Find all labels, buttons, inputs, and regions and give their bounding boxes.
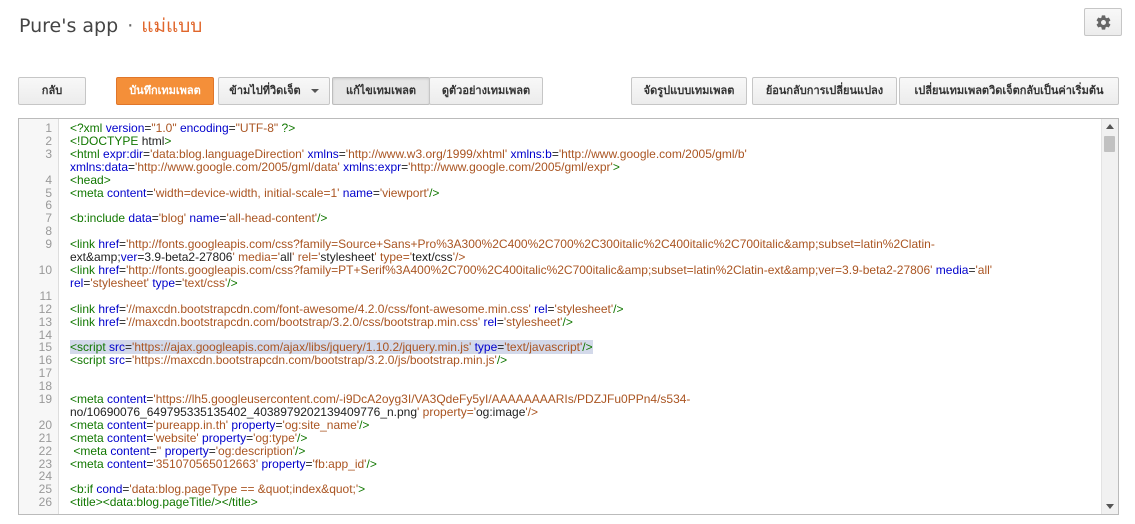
page-title: Pure's app · แม่แบบ	[19, 11, 202, 41]
code-line[interactable]: 1 <?xml version="1.0" encoding="UTF-8" ?>	[19, 122, 1103, 135]
line-number: 12	[38, 301, 52, 316]
line-number: 21	[38, 430, 52, 445]
code-editor[interactable]: 1 <?xml version="1.0" encoding="UTF-8" ?>…	[18, 118, 1119, 515]
code-line[interactable]: 5 <meta content='width=device-width, init…	[19, 185, 1103, 200]
scroll-up-icon[interactable]	[1106, 124, 1114, 129]
code-line-text: <script src='https://maxcdn.bootstrapcdn…	[70, 353, 508, 368]
app-name[interactable]: Pure's app	[19, 15, 118, 37]
revert-changes-button[interactable]: ย้อนกลับการเปลี่ยนแปลง	[752, 77, 897, 105]
jump-to-widget-dropdown[interactable]: ข้ามไปที่วิดเจ็ต	[218, 77, 330, 105]
vertical-scrollbar[interactable]	[1101, 119, 1118, 514]
code-line-text: <link href='//maxcdn.bootstrapcdn.com/bo…	[70, 314, 573, 329]
save-template-button[interactable]: บันทึกเทมเพลต	[116, 77, 214, 105]
section-name: แม่แบบ	[141, 15, 203, 37]
code-line-text: xmlns:data='http://www.google.com/2005/g…	[70, 159, 620, 174]
line-number: 13	[38, 314, 52, 329]
back-button[interactable]: กลับ	[18, 77, 86, 105]
app-header: Pure's app · แม่แบบ	[0, 0, 1135, 50]
line-number: 11	[39, 288, 52, 303]
settings-button[interactable]	[1084, 8, 1122, 36]
format-template-button[interactable]: จัดรูปแบบเทมเพลต	[631, 77, 747, 105]
revert-widget-templates-button[interactable]: เปลี่ยนเทมเพลตวิดเจ็ตกลับเป็นค่าเริ่มต้น	[899, 77, 1119, 105]
code-line-text: <?xml version="1.0" encoding="UTF-8" ?>	[70, 121, 296, 135]
gear-icon	[1096, 15, 1111, 30]
title-separator: ·	[127, 15, 134, 37]
line-number: 19	[38, 392, 52, 407]
code-line-text: <b:include data='blog' name='all-head-co…	[70, 211, 328, 226]
code-line[interactable]: 17	[19, 367, 1103, 380]
jump-to-widget-label: ข้ามไปที่วิดเจ็ต	[229, 84, 301, 97]
code-line[interactable]: 26 <title><data:blog.pageTitle/></title>	[19, 496, 1103, 509]
tab-edit-template[interactable]: แก้ไขเทมเพลต	[332, 77, 430, 105]
scroll-down-icon[interactable]	[1106, 504, 1114, 509]
code-line[interactable]: 7 <b:include data='blog' name='all-head-c…	[19, 212, 1103, 225]
chevron-down-icon	[310, 89, 319, 93]
code-line[interactable]: rel='stylesheet' type='text/css'/>	[19, 275, 1103, 290]
tab-preview-template[interactable]: ดูตัวอย่างเทมเพลต	[429, 77, 543, 105]
scrollbar-thumb[interactable]	[1104, 136, 1115, 152]
code-line[interactable]: 16 <script src='https://maxcdn.bootstrapc…	[19, 354, 1103, 367]
line-number: 20	[38, 417, 52, 432]
line-number: 10	[38, 262, 52, 277]
code-line-text: <meta content='351070565012663' property…	[70, 456, 377, 471]
code-line[interactable]: 13 <link href='//maxcdn.bootstrapcdn.com/…	[19, 314, 1103, 329]
line-number: 2	[45, 133, 52, 148]
code-line[interactable]: xmlns:data='http://www.google.com/2005/g…	[19, 159, 1103, 174]
code-line[interactable]: 23 <meta content='351070565012663' proper…	[19, 456, 1103, 471]
line-number: 26	[38, 495, 52, 510]
code-line-text	[70, 367, 1103, 380]
code-line-text: <meta content='width=device-width, initi…	[70, 185, 440, 200]
code-line-text: <title><data:blog.pageTitle/></title>	[70, 495, 258, 510]
line-number: 3	[45, 146, 52, 161]
line-number: 1	[45, 121, 52, 135]
line-number: 22	[38, 443, 52, 458]
code-line-text: rel='stylesheet' type='text/css'/>	[70, 275, 238, 290]
line-number: 9	[45, 237, 52, 252]
code-lines: 1 <?xml version="1.0" encoding="UTF-8" ?>…	[19, 122, 1103, 509]
line-number: 4	[45, 172, 52, 187]
